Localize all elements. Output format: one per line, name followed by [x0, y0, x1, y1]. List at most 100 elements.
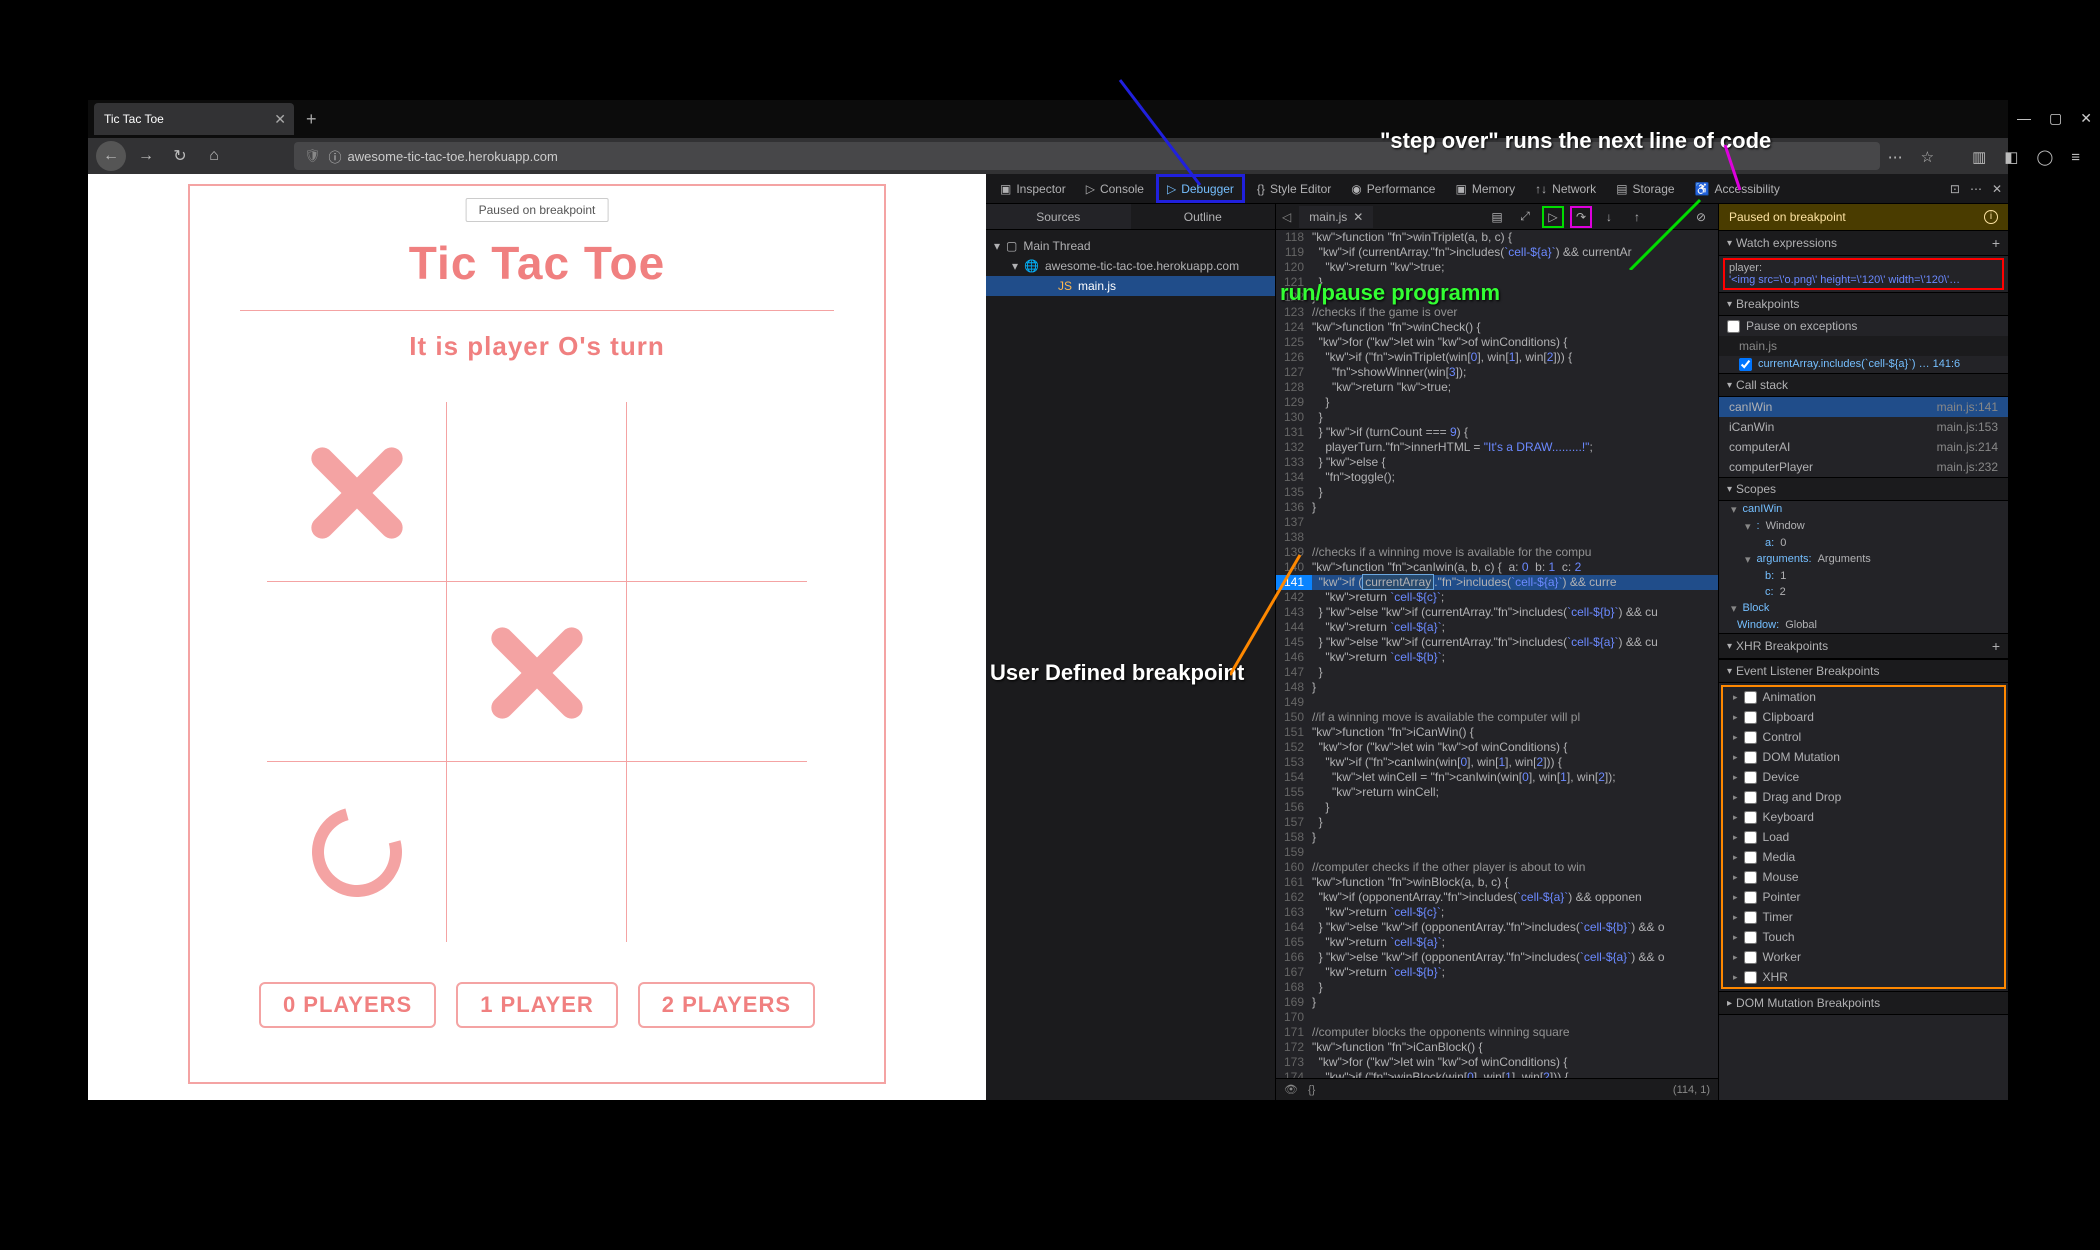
code-line[interactable]: 155 "kw">return winCell; [1276, 785, 1718, 800]
code-line[interactable]: 147 } [1276, 665, 1718, 680]
code-line[interactable]: 148} [1276, 680, 1718, 695]
tab-performance[interactable]: ◉Performance [1343, 174, 1443, 203]
code-line[interactable]: 153 "kw">if ("fn">canIwin(win[0], win[1]… [1276, 755, 1718, 770]
eye-icon[interactable]: 👁 [1284, 1083, 1298, 1096]
add-watch-icon[interactable]: + [1992, 235, 2000, 251]
thread-row[interactable]: ▾▢Main Thread [994, 236, 1267, 256]
code-line[interactable]: 135 } [1276, 485, 1718, 500]
home-button[interactable]: ⌂ [200, 142, 228, 170]
scope-var[interactable]: ▾ Block [1719, 600, 2008, 617]
scope-var[interactable]: c:2 [1719, 584, 2008, 600]
expand-icon[interactable]: ⤢ [1514, 206, 1536, 228]
cell-1[interactable] [447, 402, 627, 582]
pretty-print-icon[interactable]: {} [1308, 1084, 1315, 1096]
browser-tab[interactable]: Tic Tac Toe ✕ [94, 103, 294, 135]
code-line[interactable]: 129 } [1276, 395, 1718, 410]
sources-tab[interactable]: Sources [986, 204, 1131, 229]
code-line[interactable]: 167 "kw">return `cell-${b}`; [1276, 965, 1718, 980]
add-xhr-icon[interactable]: + [1992, 638, 2000, 654]
code-line[interactable]: 122} [1276, 290, 1718, 305]
code-line[interactable]: 121 } [1276, 275, 1718, 290]
elb-item[interactable]: ▸Media [1723, 847, 2004, 867]
cell-8[interactable] [627, 762, 807, 942]
elb-item[interactable]: ▸Keyboard [1723, 807, 2004, 827]
forward-button[interactable]: → [132, 142, 160, 170]
code-line[interactable]: 171//computer blocks the opponents winni… [1276, 1025, 1718, 1040]
step-over-button[interactable]: ↷ [1570, 206, 1592, 228]
callstack-frame[interactable]: computerAImain.js:214 [1719, 437, 2008, 457]
code-line[interactable]: 128 "kw">return "kw">true; [1276, 380, 1718, 395]
code-line[interactable]: 132 playerTurn."fn">innerHTML = "It's a … [1276, 440, 1718, 455]
code-line[interactable]: 144 "kw">return `cell-${a}`; [1276, 620, 1718, 635]
tab-debugger[interactable]: ▷Debugger [1156, 174, 1245, 203]
cell-0[interactable] [267, 402, 447, 582]
scope-var[interactable]: Window:Global [1719, 617, 2008, 633]
btn-0-players[interactable]: 0 PLAYERS [259, 982, 436, 1028]
breakpoints-header[interactable]: ▾Breakpoints [1719, 292, 2008, 316]
code-line[interactable]: 156 } [1276, 800, 1718, 815]
code-line[interactable]: 158} [1276, 830, 1718, 845]
code-line[interactable]: 140"kw">function "fn">canIwin(a, b, c) {… [1276, 560, 1718, 575]
tab-network[interactable]: ↑↓Network [1527, 174, 1604, 203]
tab-accessibility[interactable]: ♿Accessibility [1687, 174, 1788, 203]
step-out-button[interactable]: ↑ [1626, 206, 1648, 228]
callstack-frame[interactable]: iCanWinmain.js:153 [1719, 417, 2008, 437]
new-tab-button[interactable]: + [306, 109, 317, 130]
outline-toggle-icon[interactable]: ▤ [1486, 206, 1508, 228]
code-editor[interactable]: 118"kw">function "fn">winTriplet(a, b, c… [1276, 230, 1718, 1078]
code-line[interactable]: 149 [1276, 695, 1718, 710]
code-line[interactable]: 138 [1276, 530, 1718, 545]
btn-2-players[interactable]: 2 PLAYERS [638, 982, 815, 1028]
sidebar-icon[interactable]: ◧ [2004, 148, 2018, 166]
deactivate-bp-icon[interactable]: ⊘ [1690, 206, 1712, 228]
code-line[interactable]: 123//checks if the game is over [1276, 305, 1718, 320]
code-line[interactable]: 146 "kw">return `cell-${b}`; [1276, 650, 1718, 665]
account-icon[interactable]: ◯ [2036, 148, 2053, 166]
code-line[interactable]: 154 "kw">let winCell = "fn">canIwin(win[… [1276, 770, 1718, 785]
dom-mutation-header[interactable]: ▸DOM Mutation Breakpoints [1719, 991, 2008, 1015]
close-window-icon[interactable]: ✕ [2080, 110, 2092, 127]
menu-icon[interactable]: ≡ [2071, 149, 2080, 166]
more-icon[interactable]: ⋯ [1970, 182, 1982, 196]
url-bar[interactable]: 🛡 ⓘ awesome-tic-tac-toe.herokuapp.com [294, 142, 1880, 170]
cell-2[interactable] [627, 402, 807, 582]
reload-button[interactable]: ↻ [166, 142, 194, 170]
elb-item[interactable]: ▸Clipboard [1723, 707, 2004, 727]
code-line[interactable]: 166 } "kw">else "kw">if (opponentArray."… [1276, 950, 1718, 965]
editor-file-tab[interactable]: main.js✕ [1299, 206, 1373, 228]
code-line[interactable]: 151"kw">function "fn">iCanWin() { [1276, 725, 1718, 740]
code-line[interactable]: 169} [1276, 995, 1718, 1010]
scope-var[interactable]: ▾ :Window [1719, 518, 2008, 535]
elb-item[interactable]: ▸Timer [1723, 907, 2004, 927]
step-in-button[interactable]: ↓ [1598, 206, 1620, 228]
code-line[interactable]: 118"kw">function "fn">winTriplet(a, b, c… [1276, 230, 1718, 245]
cell-7[interactable] [447, 762, 627, 942]
code-line[interactable]: 137 [1276, 515, 1718, 530]
code-line[interactable]: 141 "kw">if (currentArray."fn">includes(… [1276, 575, 1718, 590]
scope-var[interactable]: a:0 [1719, 535, 2008, 551]
dock-icon[interactable]: ⊡ [1950, 182, 1960, 196]
code-line[interactable]: 127 "fn">showWinner(win[3]); [1276, 365, 1718, 380]
code-line[interactable]: 139//checks if a winning move is availab… [1276, 545, 1718, 560]
elb-item[interactable]: ▸Pointer [1723, 887, 2004, 907]
elb-item[interactable]: ▸DOM Mutation [1723, 747, 2004, 767]
elb-item[interactable]: ▸Worker [1723, 947, 2004, 967]
callstack-frame[interactable]: canIWinmain.js:141 [1719, 397, 2008, 417]
scope-var[interactable]: b:1 [1719, 568, 2008, 584]
code-line[interactable]: 143 } "kw">else "kw">if (currentArray."f… [1276, 605, 1718, 620]
cell-4[interactable] [447, 582, 627, 762]
elb-item[interactable]: ▸Control [1723, 727, 2004, 747]
code-line[interactable]: 165 "kw">return `cell-${a}`; [1276, 935, 1718, 950]
code-line[interactable]: 163 "kw">return `cell-${c}`; [1276, 905, 1718, 920]
close-file-icon[interactable]: ✕ [1353, 210, 1363, 224]
code-line[interactable]: 172"kw">function "fn">iCanBlock() { [1276, 1040, 1718, 1055]
resume-button[interactable]: ▷ [1542, 206, 1564, 228]
code-line[interactable]: 130 } [1276, 410, 1718, 425]
code-line[interactable]: 160//computer checks if the other player… [1276, 860, 1718, 875]
code-line[interactable]: 133 } "kw">else { [1276, 455, 1718, 470]
code-line[interactable]: 152 "kw">for ("kw">let win "kw">of winCo… [1276, 740, 1718, 755]
callstack-header[interactable]: ▾Call stack [1719, 373, 2008, 397]
code-line[interactable]: 173 "kw">for ("kw">let win "kw">of winCo… [1276, 1055, 1718, 1070]
code-line[interactable]: 150//if a winning move is available the … [1276, 710, 1718, 725]
file-row[interactable]: JSmain.js [986, 276, 1275, 296]
